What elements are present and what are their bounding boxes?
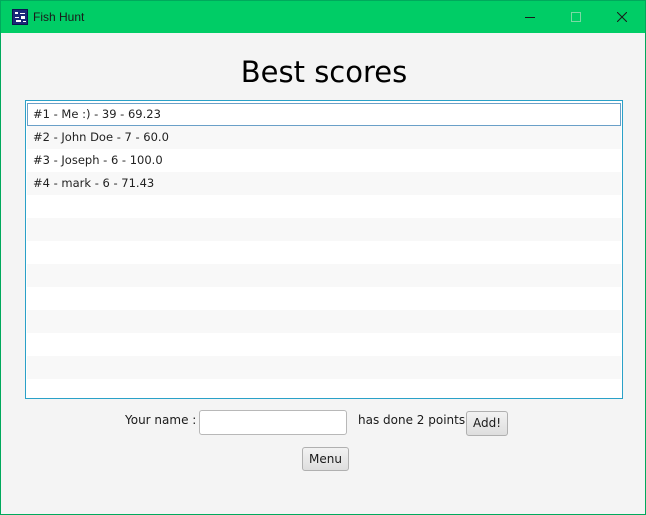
score-row[interactable]: #3 - Joseph - 6 - 100.0	[27, 149, 621, 172]
empty-row	[27, 264, 621, 287]
score-row[interactable]: #1 - Me :) - 39 - 69.23	[27, 103, 621, 126]
maximize-icon	[571, 12, 581, 22]
minimize-button[interactable]	[507, 1, 553, 33]
empty-row	[27, 310, 621, 333]
close-icon	[617, 12, 627, 22]
minimize-icon	[525, 17, 535, 18]
menu-button[interactable]: Menu	[302, 447, 349, 471]
window-title: Fish Hunt	[33, 10, 85, 24]
score-row[interactable]: #2 - John Doe - 7 - 60.0	[27, 126, 621, 149]
scores-list[interactable]: #1 - Me :) - 39 - 69.23 #2 - John Doe - 7…	[25, 100, 623, 399]
page-title: Best scores	[240, 55, 408, 89]
points-label: has done 2 points!	[358, 413, 470, 427]
empty-row	[27, 195, 621, 218]
empty-row	[27, 287, 621, 310]
empty-row	[27, 333, 621, 356]
name-label: Your name :	[125, 413, 197, 427]
close-button[interactable]	[599, 1, 645, 33]
fish-hunt-app-icon	[12, 9, 28, 25]
empty-row	[27, 218, 621, 241]
empty-row	[27, 379, 621, 398]
name-input[interactable]	[199, 410, 347, 435]
empty-row	[27, 356, 621, 379]
add-button[interactable]: Add!	[466, 411, 508, 436]
score-row[interactable]: #4 - mark - 6 - 71.43	[27, 172, 621, 195]
maximize-button[interactable]	[553, 1, 599, 33]
title-bar[interactable]: Fish Hunt	[1, 1, 645, 33]
empty-row	[27, 241, 621, 264]
app-window: Fish Hunt Best scores #1 - Me :) - 39 - …	[0, 0, 646, 515]
